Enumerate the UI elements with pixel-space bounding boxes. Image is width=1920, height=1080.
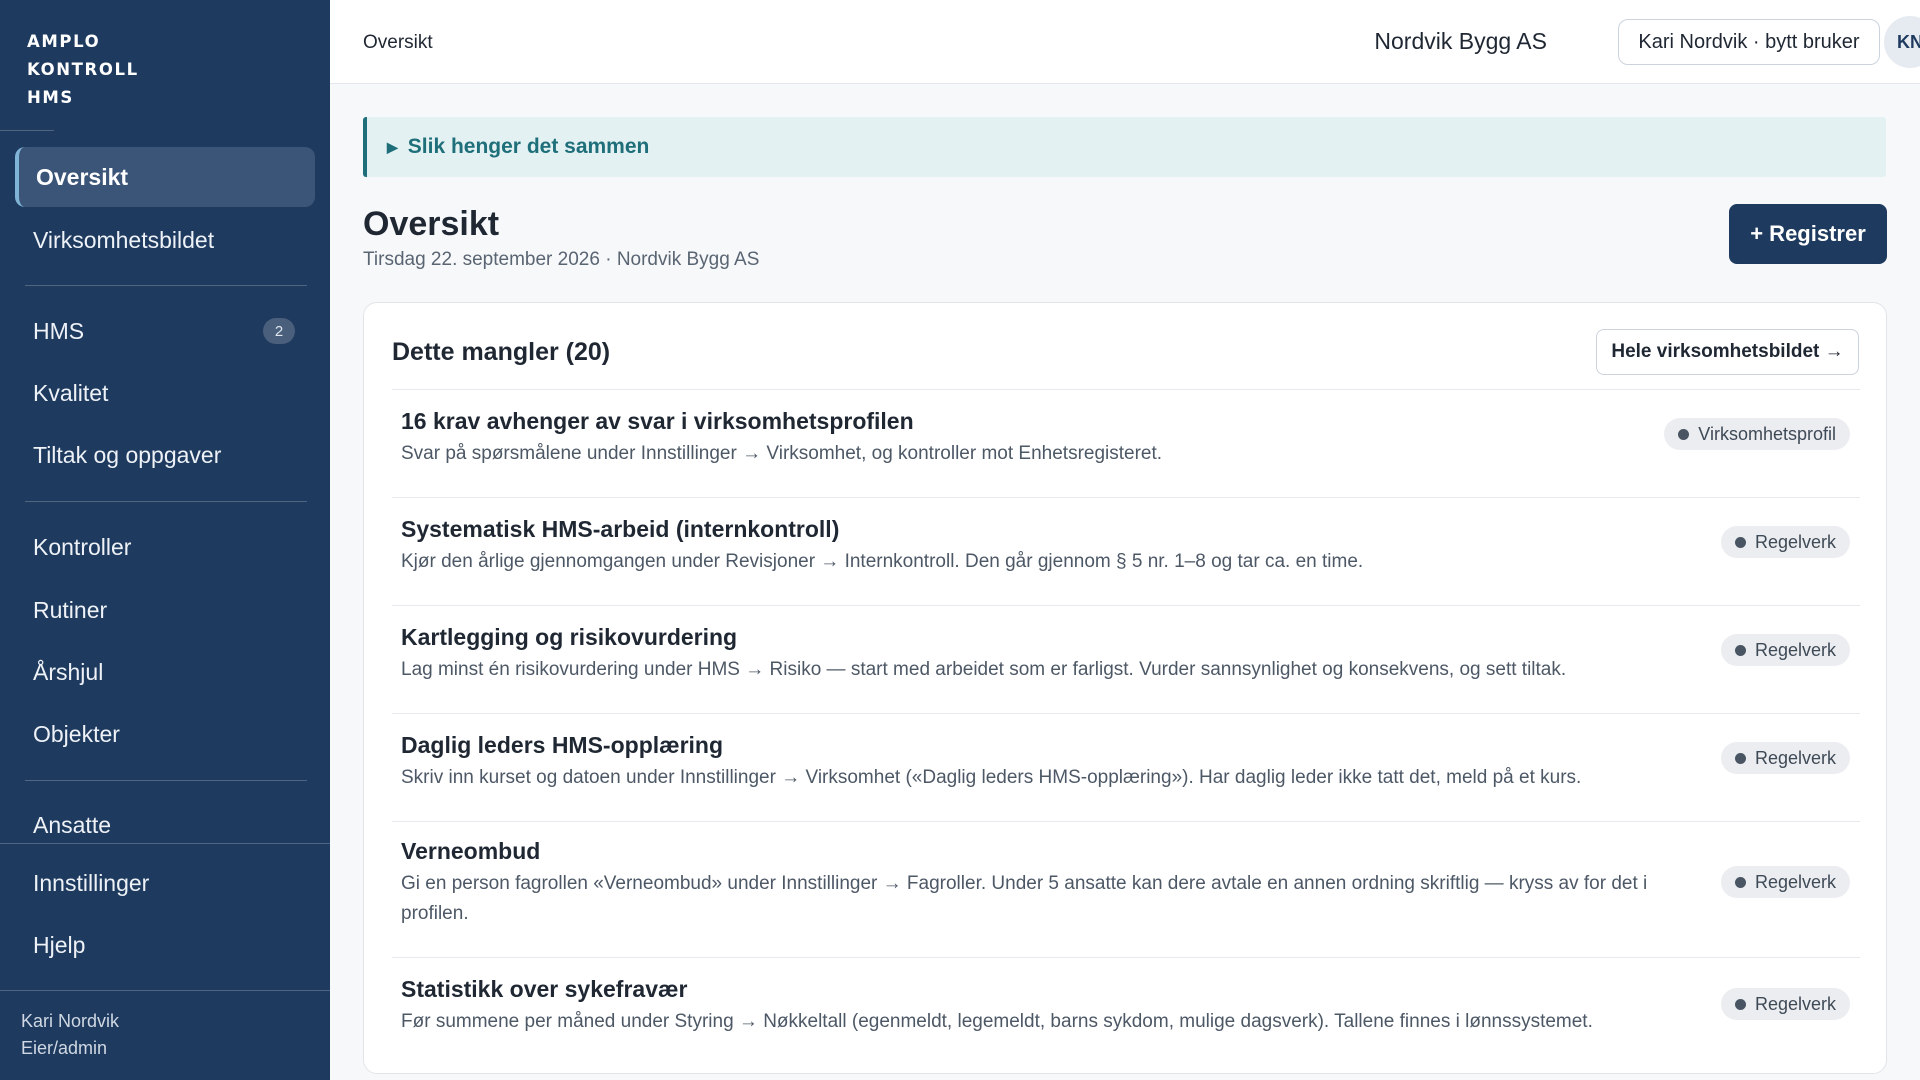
- sidebar-footer-divider: [0, 990, 330, 991]
- info-disclosure[interactable]: ▶ Slik henger det sammen: [363, 117, 1886, 177]
- category-tag: Regelverk: [1720, 866, 1850, 898]
- list-item[interactable]: Daglig leders HMS-opplæring Skriv inn ku…: [392, 713, 1860, 821]
- list-item[interactable]: Statistikk over sykefravær Før summene p…: [392, 957, 1860, 1073]
- sidebar-item-label: Kvalitet: [33, 379, 109, 406]
- dot-icon: [1734, 998, 1746, 1010]
- sidebar-item-hjelp[interactable]: Hjelp: [15, 915, 315, 975]
- current-user-role: Eier/admin: [21, 1038, 108, 1058]
- view-full-overview-button[interactable]: Hele virksomhetsbildet →: [1596, 329, 1859, 375]
- sidebar-item-oversikt[interactable]: Oversikt: [15, 147, 315, 207]
- dot-icon: [1734, 644, 1746, 656]
- current-user-name: Kari Nordvik: [21, 1011, 120, 1031]
- count-badge: 2: [263, 318, 295, 344]
- category-tag: Regelverk: [1720, 742, 1850, 774]
- sidebar-item-tiltak[interactable]: Tiltak og oppgaver: [15, 425, 315, 485]
- sidebar-item-kontroller[interactable]: Kontroller: [15, 517, 315, 577]
- list-item-title: Systematisk HMS-arbeid (internkontroll): [401, 516, 840, 542]
- sidebar-item-rutiner[interactable]: Rutiner: [15, 580, 315, 640]
- sidebar-item-label: Ansatte: [33, 811, 111, 838]
- list-item[interactable]: Verneombud Gi en person fagrollen «Verne…: [392, 821, 1860, 957]
- category-tag: Regelverk: [1720, 634, 1850, 666]
- sidebar-item-label: Objekter: [33, 720, 120, 747]
- dot-icon: [1678, 428, 1690, 440]
- breadcrumb: Oversikt: [363, 32, 433, 53]
- list-item[interactable]: Systematisk HMS-arbeid (internkontroll) …: [392, 497, 1860, 605]
- list-item-description: Svar på spørsmålene under Innstillinger …: [401, 443, 1163, 464]
- list-item-title: Statistikk over sykefravær: [401, 976, 688, 1002]
- sidebar: AMPLO KONTROLL HMS Oversikt Virksomhetsb…: [0, 0, 330, 1080]
- logo-divider: [0, 130, 54, 131]
- list-item-description: Lag minst én risikovurdering under HMS →…: [401, 659, 1567, 680]
- category-tag-label: Regelverk: [1754, 531, 1836, 552]
- list-item[interactable]: Kartlegging og risikovurdering Lag minst…: [392, 605, 1860, 713]
- missing-items-card: Dette mangler (20) Hele virksomhetsbilde…: [363, 302, 1887, 1074]
- list-item[interactable]: 16 krav avhenger av svar i virksomhetspr…: [392, 389, 1860, 497]
- sidebar-item-label: Årshjul: [33, 658, 104, 685]
- sidebar-item-label: Kontroller: [33, 533, 132, 560]
- logo-line-3: HMS: [27, 88, 74, 107]
- sidebar-section-divider: [0, 843, 330, 844]
- sidebar-item-ansatte[interactable]: Ansatte: [15, 795, 315, 855]
- sidebar-item-label: Innstillinger: [33, 869, 150, 896]
- category-tag: Virksomhetsprofil: [1664, 418, 1850, 450]
- list-item-title: Verneombud: [401, 838, 541, 864]
- triangle-right-icon: ▶: [387, 138, 398, 155]
- dot-icon: [1734, 536, 1746, 548]
- dot-icon: [1734, 752, 1746, 764]
- logo-line-2: KONTROLL: [27, 60, 139, 79]
- sidebar-item-label: Tiltak og oppgaver: [33, 441, 222, 468]
- switch-user-button[interactable]: Kari Nordvik · bytt bruker: [1618, 19, 1880, 65]
- category-tag: Regelverk: [1720, 988, 1850, 1020]
- sidebar-item-arshjul[interactable]: Årshjul: [15, 642, 315, 702]
- company-name: Nordvik Bygg AS: [1374, 28, 1547, 54]
- topbar: Oversikt Nordvik Bygg AS Kari Nordvik · …: [330, 0, 1920, 84]
- page-title: Oversikt: [363, 205, 500, 243]
- sidebar-item-hms[interactable]: HMS 2: [15, 301, 315, 361]
- sidebar-item-innstillinger[interactable]: Innstillinger: [15, 853, 315, 913]
- sidebar-item-label: HMS: [33, 317, 85, 344]
- sidebar-item-label: Oversikt: [36, 163, 129, 190]
- list-item-description: Kjør den årlige gjennomgangen under Revi…: [401, 551, 1364, 572]
- register-button[interactable]: + Registrer: [1729, 204, 1887, 264]
- page-subtitle: Tirsdag 22. september 2026 · Nordvik Byg…: [363, 249, 760, 270]
- nav-divider: [25, 501, 307, 502]
- category-tag-label: Virksomhetsprofil: [1698, 423, 1836, 444]
- dot-icon: [1734, 876, 1746, 888]
- category-tag-label: Regelverk: [1754, 871, 1836, 892]
- sidebar-item-kvalitet[interactable]: Kvalitet: [15, 363, 315, 423]
- category-tag-label: Regelverk: [1754, 639, 1836, 660]
- list-item-title: Kartlegging og risikovurdering: [401, 624, 738, 650]
- nav-divider: [25, 285, 307, 286]
- sidebar-item-virksomhetsbildet[interactable]: Virksomhetsbildet: [15, 210, 315, 270]
- sidebar-item-label: Hjelp: [33, 931, 86, 958]
- info-disclosure-label: Slik henger det sammen: [407, 135, 650, 158]
- app-logo: AMPLO KONTROLL HMS: [27, 28, 139, 112]
- list-item-title: 16 krav avhenger av svar i virksomhetspr…: [401, 408, 914, 434]
- logo-line-1: AMPLO: [27, 32, 101, 51]
- avatar[interactable]: KN: [1884, 16, 1920, 68]
- card-title: Dette mangler (20): [392, 338, 611, 366]
- sidebar-item-objekter[interactable]: Objekter: [15, 704, 315, 764]
- category-tag-label: Regelverk: [1754, 747, 1836, 768]
- list-item-description: Gi en person fagrollen «Verneombud» unde…: [401, 873, 1648, 924]
- nav-divider: [25, 780, 307, 781]
- sidebar-item-label: Rutiner: [33, 596, 108, 623]
- category-tag: Regelverk: [1720, 526, 1850, 558]
- list-item-title: Daglig leders HMS-opplæring: [401, 732, 724, 758]
- category-tag-label: Regelverk: [1754, 993, 1836, 1014]
- list-item-description: Før summene per måned under Styring → Nø…: [401, 1011, 1593, 1032]
- list-item-description: Skriv inn kurset og datoen under Innstil…: [401, 767, 1582, 788]
- sidebar-item-label: Virksomhetsbildet: [33, 226, 215, 253]
